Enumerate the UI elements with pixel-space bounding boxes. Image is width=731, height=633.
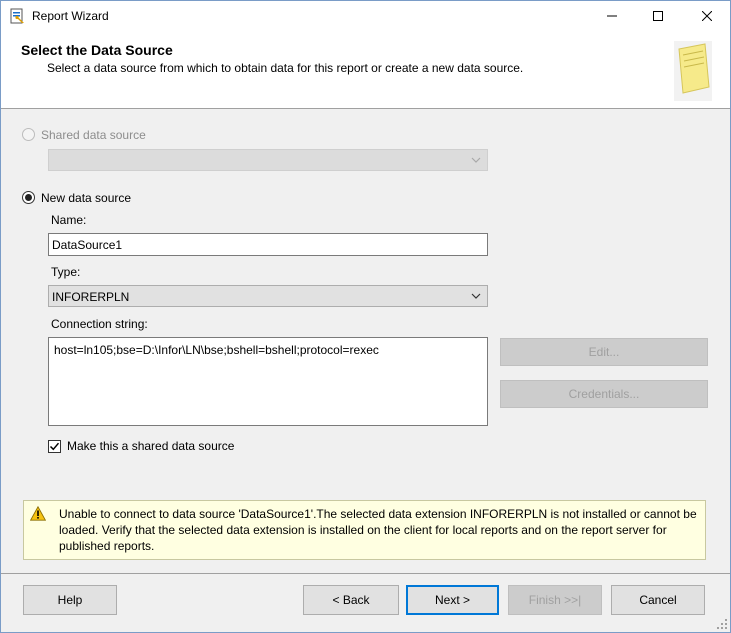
back-button[interactable]: < Back bbox=[303, 585, 399, 615]
maximize-button[interactable] bbox=[635, 1, 681, 31]
page-subtitle: Select a data source from which to obtai… bbox=[47, 61, 524, 75]
connection-string-label: Connection string: bbox=[51, 317, 148, 331]
report-wizard-window: Report Wizard Select the Data Source Sel… bbox=[0, 0, 731, 633]
help-button[interactable]: Help bbox=[23, 585, 117, 615]
shared-data-source-label: Shared data source bbox=[41, 128, 146, 142]
name-label: Name: bbox=[51, 213, 87, 227]
new-data-source-radio[interactable] bbox=[22, 191, 35, 204]
warning-icon bbox=[30, 506, 46, 521]
minimize-icon bbox=[607, 15, 617, 17]
cancel-button[interactable]: Cancel bbox=[611, 585, 705, 615]
resize-grip-icon[interactable] bbox=[716, 618, 728, 630]
make-shared-checkbox-label: Make this a shared data source bbox=[67, 439, 235, 453]
name-input[interactable]: DataSource1 bbox=[48, 233, 488, 256]
warning-text: Unable to connect to data source 'DataSo… bbox=[59, 507, 697, 553]
wizard-document-icon bbox=[674, 41, 712, 101]
type-dropdown-value: INFORERPLN bbox=[52, 290, 130, 304]
wizard-header: Select the Data Source Select a data sou… bbox=[1, 31, 730, 109]
edit-button[interactable]: Edit... bbox=[500, 338, 708, 366]
button-bar: Help < Back Next > Finish >>| Cancel bbox=[1, 574, 730, 632]
close-button[interactable] bbox=[684, 1, 730, 31]
connection-string-input[interactable]: host=ln105;bse=D:\Infor\LN\bse;bshell=bs… bbox=[48, 337, 488, 426]
radio-selected-dot bbox=[25, 194, 32, 201]
title-bar[interactable]: Report Wizard bbox=[1, 1, 730, 31]
credentials-button[interactable]: Credentials... bbox=[500, 380, 708, 408]
warning-message-box: Unable to connect to data source 'DataSo… bbox=[23, 500, 706, 560]
page-title: Select the Data Source bbox=[21, 42, 173, 58]
type-dropdown[interactable]: INFORERPLN bbox=[48, 285, 488, 307]
type-label: Type: bbox=[51, 265, 81, 279]
window-title: Report Wizard bbox=[32, 9, 109, 23]
chevron-down-icon bbox=[471, 157, 481, 163]
close-icon bbox=[702, 11, 712, 21]
name-input-value: DataSource1 bbox=[52, 238, 123, 252]
connection-string-value: host=ln105;bse=D:\Infor\LN\bse;bshell=bs… bbox=[54, 343, 379, 357]
minimize-button[interactable] bbox=[589, 1, 635, 31]
checkmark-icon bbox=[49, 442, 60, 451]
new-data-source-label: New data source bbox=[41, 191, 132, 205]
report-wizard-app-icon bbox=[10, 8, 24, 24]
chevron-down-icon bbox=[471, 293, 481, 299]
shared-data-source-dropdown[interactable] bbox=[48, 149, 488, 171]
next-button[interactable]: Next > bbox=[406, 585, 499, 615]
maximize-icon bbox=[653, 11, 663, 21]
make-shared-checkbox[interactable] bbox=[48, 440, 61, 453]
finish-button[interactable]: Finish >>| bbox=[508, 585, 602, 615]
shared-data-source-radio[interactable] bbox=[22, 128, 35, 141]
